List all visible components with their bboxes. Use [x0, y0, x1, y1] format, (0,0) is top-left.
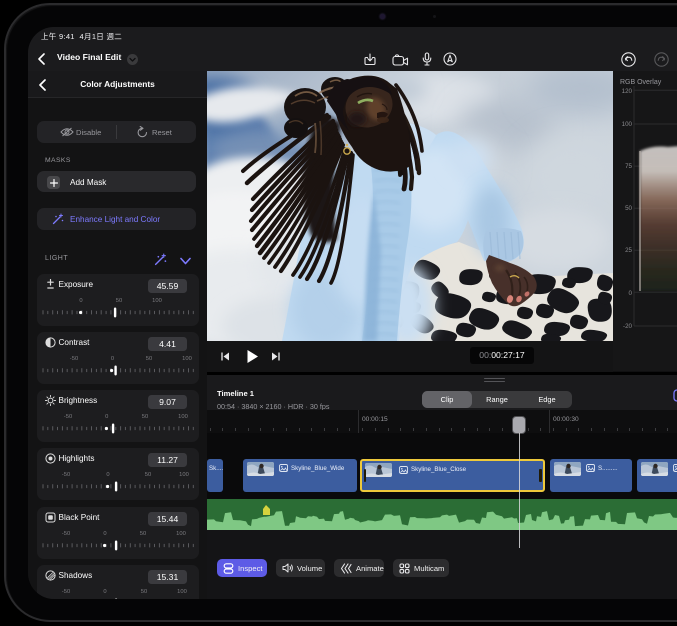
svg-text:75: 75	[625, 163, 632, 170]
svg-text:-20: -20	[623, 323, 633, 330]
svg-text:50: 50	[625, 205, 632, 212]
svg-text:0: 0	[629, 290, 633, 297]
svg-text:120: 120	[622, 88, 633, 95]
svg-text:100: 100	[622, 121, 633, 128]
svg-text:25: 25	[625, 247, 632, 254]
svg-text:RGB Overlay: RGB Overlay	[620, 79, 662, 86]
